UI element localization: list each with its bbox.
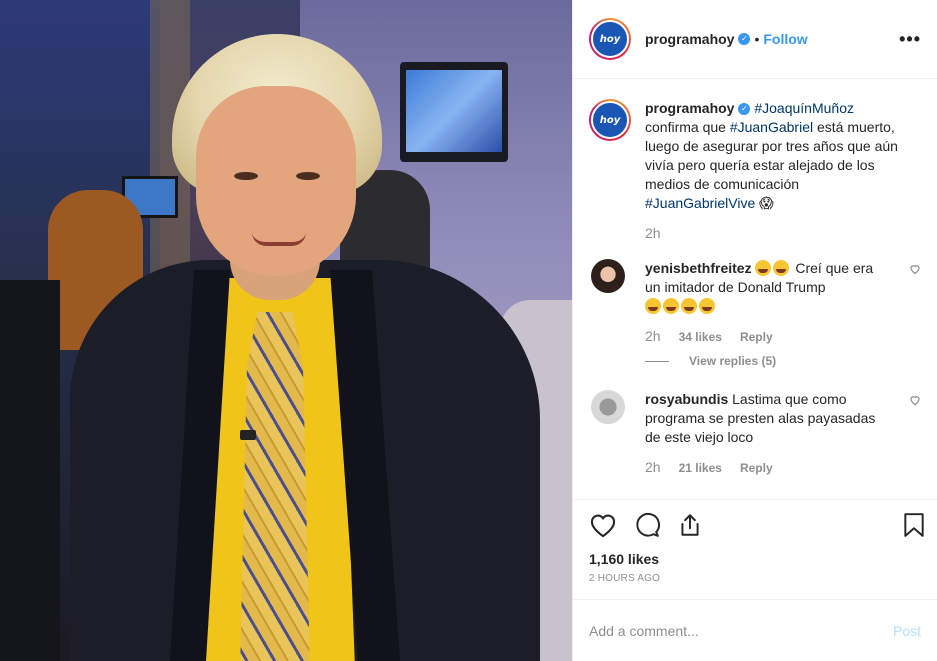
header-name-area: programahoy ✓ • Follow bbox=[645, 31, 808, 47]
photo-foreground-figure bbox=[0, 280, 60, 661]
comment-like-heart-icon[interactable] bbox=[909, 263, 921, 275]
comment-row: rosyabundis Lastima que como programa se… bbox=[589, 390, 921, 447]
comment-reply-button[interactable]: Reply bbox=[740, 330, 773, 344]
comment-row: yenisbethfreitez Creí que era un imitado… bbox=[589, 259, 921, 316]
caption-text: programahoy ✓ #JoaquínMuñoz confirma que … bbox=[645, 99, 905, 213]
post-comment-button[interactable]: Post bbox=[893, 623, 921, 639]
comment-likes[interactable]: 34 likes bbox=[679, 330, 722, 344]
post-header: hoy programahoy ✓ • Follow ••• bbox=[573, 0, 937, 79]
caption-username[interactable]: programahoy bbox=[645, 100, 734, 116]
post-timestamp: 2 HOURS AGO bbox=[589, 573, 661, 584]
laughing-emoji-icon bbox=[681, 298, 697, 314]
comment-body: yenisbethfreitez Creí que era un imitado… bbox=[645, 259, 885, 316]
photo-tv-screen bbox=[406, 70, 502, 152]
likes-count[interactable]: 1,160 likes bbox=[573, 549, 937, 569]
avatar-logo-text: hoy bbox=[599, 33, 621, 45]
hashtag-link[interactable]: #JuanGabrielVive bbox=[645, 195, 755, 211]
add-comment-bar: Post bbox=[573, 599, 937, 661]
comment-meta: 2h 21 likes Reply bbox=[645, 459, 921, 475]
add-comment-input[interactable] bbox=[589, 622, 893, 639]
laughing-emoji-icon bbox=[755, 260, 772, 276]
hashtag-link[interactable]: #JoaquínMuñoz bbox=[754, 100, 854, 116]
view-replies-line bbox=[645, 360, 669, 362]
laughing-emoji-icon bbox=[773, 260, 790, 276]
post-side-panel: hoy programahoy ✓ • Follow ••• hoy progr… bbox=[572, 0, 937, 661]
separator-dot: • bbox=[754, 31, 760, 47]
profile-avatar[interactable]: hoy bbox=[589, 18, 631, 60]
comment-body: rosyabundis Lastima que como programa se… bbox=[645, 390, 885, 447]
caption-avatar-logo-text: hoy bbox=[599, 114, 621, 126]
comment-meta: 2h 34 likes Reply bbox=[645, 328, 921, 344]
commenter-avatar[interactable] bbox=[591, 259, 625, 293]
photo-tie bbox=[240, 312, 310, 661]
comment-item: rosyabundis Lastima que como programa se… bbox=[589, 390, 921, 475]
comment-icon[interactable] bbox=[633, 512, 661, 538]
avatar-inner: hoy bbox=[591, 20, 629, 58]
comment-username[interactable]: rosyabundis bbox=[645, 391, 728, 407]
view-replies-label: View replies (5) bbox=[689, 354, 777, 368]
instagram-post-modal: hoy programahoy ✓ • Follow ••• hoy progr… bbox=[0, 0, 937, 661]
caption-time: 2h bbox=[645, 225, 661, 241]
heart-icon[interactable] bbox=[589, 512, 617, 538]
caption-emoji: 😱 bbox=[759, 195, 774, 211]
verified-badge-icon: ✓ bbox=[738, 103, 751, 116]
post-actions bbox=[573, 499, 937, 549]
more-options-icon[interactable]: ••• bbox=[899, 29, 921, 50]
laughing-emoji-icon bbox=[663, 298, 679, 314]
view-replies-button[interactable]: View replies (5) bbox=[645, 354, 921, 368]
photo-mic bbox=[240, 430, 256, 440]
caption: hoy programahoy ✓ #JoaquínMuñoz confirma … bbox=[589, 99, 921, 213]
comment-time: 2h bbox=[645, 328, 661, 344]
laughing-emoji-icon bbox=[645, 298, 661, 314]
caption-avatar[interactable]: hoy bbox=[589, 99, 631, 141]
follow-button[interactable]: Follow bbox=[763, 31, 807, 47]
header-username[interactable]: programahoy bbox=[645, 31, 734, 47]
comment-time: 2h bbox=[645, 459, 661, 475]
photo-eye-right bbox=[296, 172, 320, 180]
commenter-avatar[interactable] bbox=[591, 390, 625, 424]
comment-username[interactable]: yenisbethfreitez bbox=[645, 260, 752, 276]
comment-item: yenisbethfreitez Creí que era un imitado… bbox=[589, 259, 921, 368]
comment-like-heart-icon[interactable] bbox=[909, 394, 921, 406]
comments-list[interactable]: hoy programahoy ✓ #JoaquínMuñoz confirma … bbox=[573, 79, 937, 499]
share-icon[interactable] bbox=[677, 512, 703, 538]
comment-reply-button[interactable]: Reply bbox=[740, 461, 773, 475]
caption-text-part: confirma que bbox=[645, 119, 730, 135]
comment-likes[interactable]: 21 likes bbox=[679, 461, 722, 475]
bookmark-icon[interactable] bbox=[903, 512, 925, 538]
post-photo[interactable] bbox=[0, 0, 572, 661]
photo-smile bbox=[252, 232, 306, 246]
photo-eye-left bbox=[234, 172, 258, 180]
laughing-emoji-icon bbox=[699, 298, 715, 314]
verified-badge-icon: ✓ bbox=[738, 33, 751, 45]
caption-avatar-inner: hoy bbox=[591, 101, 629, 139]
photo-face bbox=[196, 86, 356, 276]
hashtag-link[interactable]: #JuanGabriel bbox=[730, 119, 813, 135]
